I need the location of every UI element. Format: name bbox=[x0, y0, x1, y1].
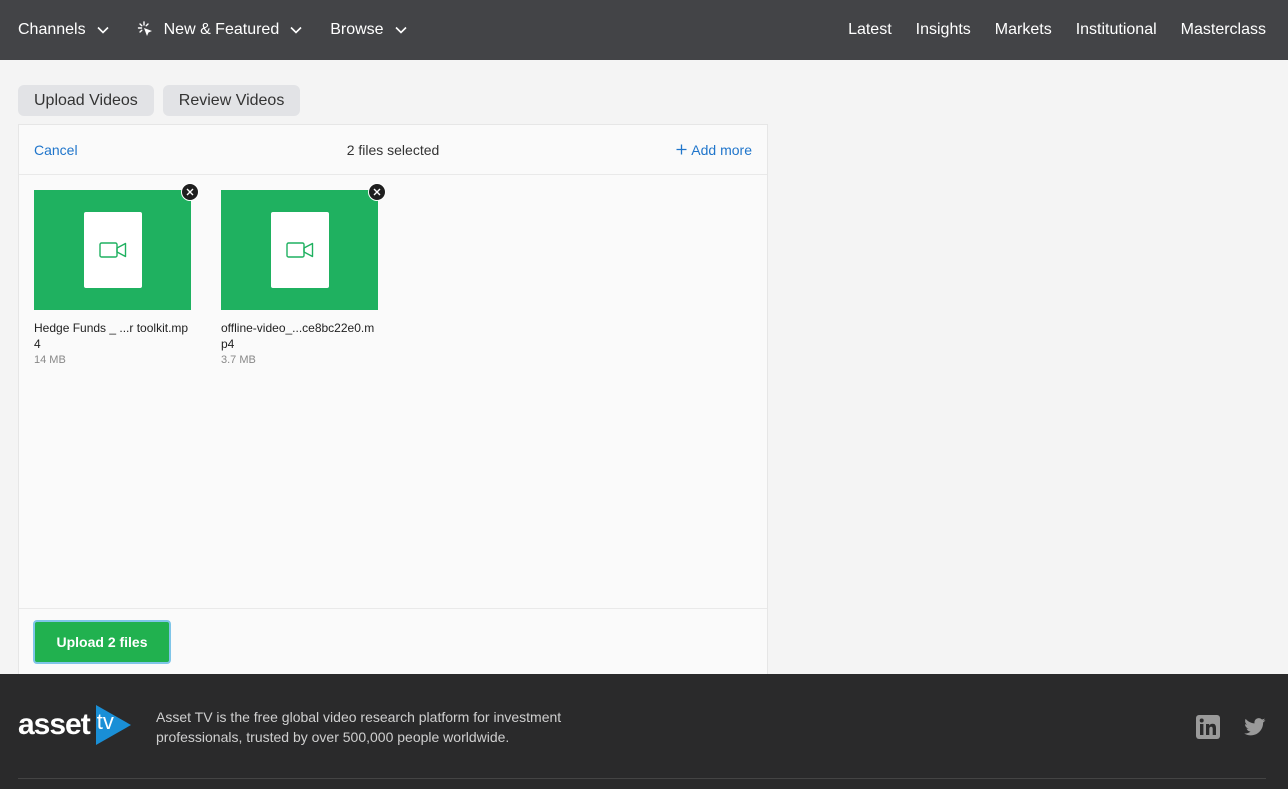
close-icon bbox=[373, 188, 381, 196]
tab-upload-videos[interactable]: Upload Videos bbox=[18, 85, 154, 116]
twitter-icon[interactable] bbox=[1244, 718, 1266, 736]
nav-left-group: Channels New & Featured Browse bbox=[18, 21, 435, 39]
top-navigation: Channels New & Featured Browse Latest In… bbox=[0, 0, 1288, 60]
add-more-label: Add more bbox=[691, 141, 752, 158]
file-name: offline-video_...ce8bc22e0.mp4 bbox=[221, 321, 375, 351]
file-item: offline-video_...ce8bc22e0.mp4 3.7 MB bbox=[221, 183, 386, 366]
uploader-status-bar: Cancel 2 files selected Add more bbox=[19, 125, 767, 175]
chevron-down-icon bbox=[290, 26, 302, 34]
upload-files-button[interactable]: Upload 2 files bbox=[33, 620, 171, 664]
file-list: Hedge Funds _ ...r toolkit.mp4 14 MB off… bbox=[19, 175, 767, 608]
files-selected-status: 2 files selected bbox=[346, 141, 440, 158]
nav-masterclass[interactable]: Masterclass bbox=[1181, 21, 1266, 39]
file-preview-card bbox=[83, 212, 142, 288]
footer-description: Asset TV is the free global video resear… bbox=[156, 709, 562, 745]
logo-tv-mark: tv bbox=[93, 705, 133, 745]
video-camera-icon bbox=[285, 242, 313, 258]
sparkle-icon bbox=[137, 21, 152, 36]
social-links bbox=[1172, 715, 1266, 739]
footer-divider bbox=[18, 778, 1266, 779]
nav-right-group: Latest Insights Markets Institutional Ma… bbox=[824, 21, 1266, 39]
nav-browse-label: Browse bbox=[330, 21, 384, 38]
file-thumbnail bbox=[34, 183, 199, 310]
nav-channels-label: Channels bbox=[18, 21, 86, 38]
remove-file-button[interactable] bbox=[368, 183, 386, 201]
nav-new-featured[interactable]: New & Featured bbox=[137, 21, 303, 39]
file-name: Hedge Funds _ ...r toolkit.mp4 bbox=[34, 321, 189, 351]
chevron-down-icon bbox=[395, 26, 407, 34]
nav-channels[interactable]: Channels bbox=[18, 21, 109, 39]
close-icon bbox=[186, 188, 194, 196]
site-footer: asset tv Asset TV is the free global vid… bbox=[0, 674, 1288, 789]
nav-markets[interactable]: Markets bbox=[995, 21, 1052, 39]
file-preview-card bbox=[270, 212, 329, 288]
file-thumbnail bbox=[221, 183, 386, 310]
nav-new-featured-label: New & Featured bbox=[163, 21, 280, 38]
nav-browse[interactable]: Browse bbox=[330, 21, 407, 39]
upload-tabs: Upload Videos Review Videos bbox=[18, 85, 309, 116]
tab-review-videos[interactable]: Review Videos bbox=[162, 85, 301, 116]
file-size: 14 MB bbox=[34, 354, 66, 366]
nav-latest[interactable]: Latest bbox=[848, 21, 892, 39]
asset-tv-logo[interactable]: asset tv bbox=[18, 705, 133, 745]
logo-tv-text: tv bbox=[96, 709, 114, 734]
cancel-button[interactable]: Cancel bbox=[34, 142, 78, 158]
file-size: 3.7 MB bbox=[221, 354, 256, 366]
nav-insights[interactable]: Insights bbox=[916, 21, 971, 39]
chevron-down-icon bbox=[97, 26, 109, 34]
add-more-button[interactable]: Add more bbox=[676, 142, 752, 158]
video-camera-icon bbox=[98, 242, 126, 258]
linkedin-icon[interactable] bbox=[1196, 715, 1220, 739]
file-item: Hedge Funds _ ...r toolkit.mp4 14 MB bbox=[34, 183, 199, 366]
uploader-footer: Upload 2 files bbox=[19, 608, 767, 674]
plus-icon bbox=[676, 144, 687, 155]
remove-file-button[interactable] bbox=[181, 183, 199, 201]
uploader-panel: Cancel 2 files selected Add more Hedge F… bbox=[18, 124, 768, 674]
logo-wordmark: asset bbox=[18, 708, 91, 741]
nav-institutional[interactable]: Institutional bbox=[1076, 21, 1157, 39]
